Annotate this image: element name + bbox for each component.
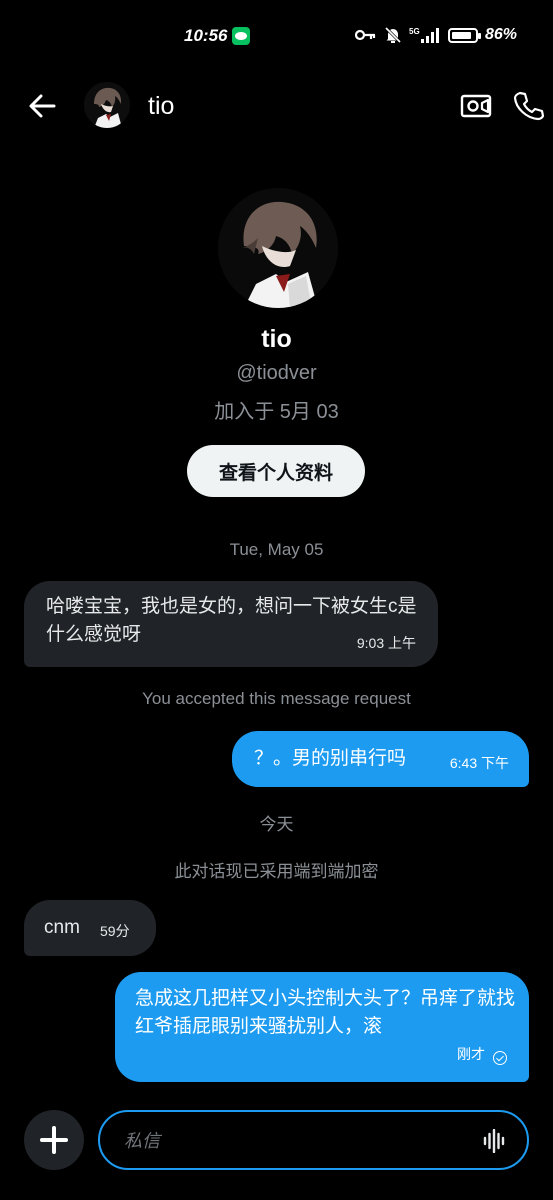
back-arrow-icon[interactable] [26, 90, 58, 122]
wechat-icon [232, 27, 250, 45]
signal-5g-icon: 5G [409, 27, 439, 43]
view-profile-button[interactable]: 查看个人资料 [187, 445, 365, 497]
profile-name: tio [261, 325, 292, 353]
sent-check-icon [493, 1051, 507, 1065]
encryption-note: 此对话现已采用端到端加密 [174, 862, 379, 881]
svg-text:5G: 5G [409, 27, 420, 36]
profile-avatar[interactable] [218, 188, 338, 308]
incoming-message[interactable]: 哈喽宝宝，我也是女的，想问一下被女生c是什么感觉呀 9:03 上午 [24, 581, 438, 667]
incoming-message[interactable]: cnm 59分 [24, 900, 156, 956]
battery-icon [447, 27, 481, 43]
message-text: ？。男的别串行吗 [254, 748, 407, 769]
key-icon [354, 29, 376, 41]
message-time: 59分 [100, 923, 130, 939]
date-separator: Tue, May 05 [229, 540, 324, 559]
header-avatar[interactable] [84, 82, 130, 128]
message-input[interactable] [122, 1126, 466, 1156]
battery-percent: 86% [484, 26, 517, 43]
outgoing-message[interactable]: ？。男的别串行吗 6:43 下午 [232, 731, 529, 787]
add-attachment-button[interactable] [24, 1110, 84, 1170]
profile-joined-date: 加入于 5月 03 [214, 401, 339, 423]
mute-bell-icon [384, 26, 402, 44]
message-composer[interactable] [98, 1110, 529, 1170]
video-call-icon[interactable] [460, 90, 492, 122]
profile-handle: @tiodver [236, 362, 317, 384]
message-time: 9:03 上午 [356, 635, 416, 651]
outgoing-message[interactable]: 急成这几把样又小头控制大头了？吊痒了就找红爷插屁眼别来骚扰别人，滚 刚才 [115, 972, 529, 1082]
date-separator: 今天 [259, 815, 294, 834]
request-accepted-note: You accepted this message request [142, 689, 411, 708]
message-time: 6:43 下午 [449, 755, 509, 771]
status-icons: 5G 86% [354, 26, 517, 44]
header-username[interactable]: tio [148, 92, 174, 121]
message-text: cnm [44, 917, 80, 938]
phone-call-icon[interactable] [512, 90, 544, 122]
status-bar: 10:56 5G 86% [0, 0, 553, 70]
voice-message-icon[interactable] [483, 1129, 505, 1153]
status-time: 10:56 [184, 26, 228, 45]
message-text: 急成这几把样又小头控制大头了？吊痒了就找红爷插屁眼别来骚扰别人，滚 [135, 988, 516, 1037]
message-time: 刚才 [457, 1046, 485, 1062]
